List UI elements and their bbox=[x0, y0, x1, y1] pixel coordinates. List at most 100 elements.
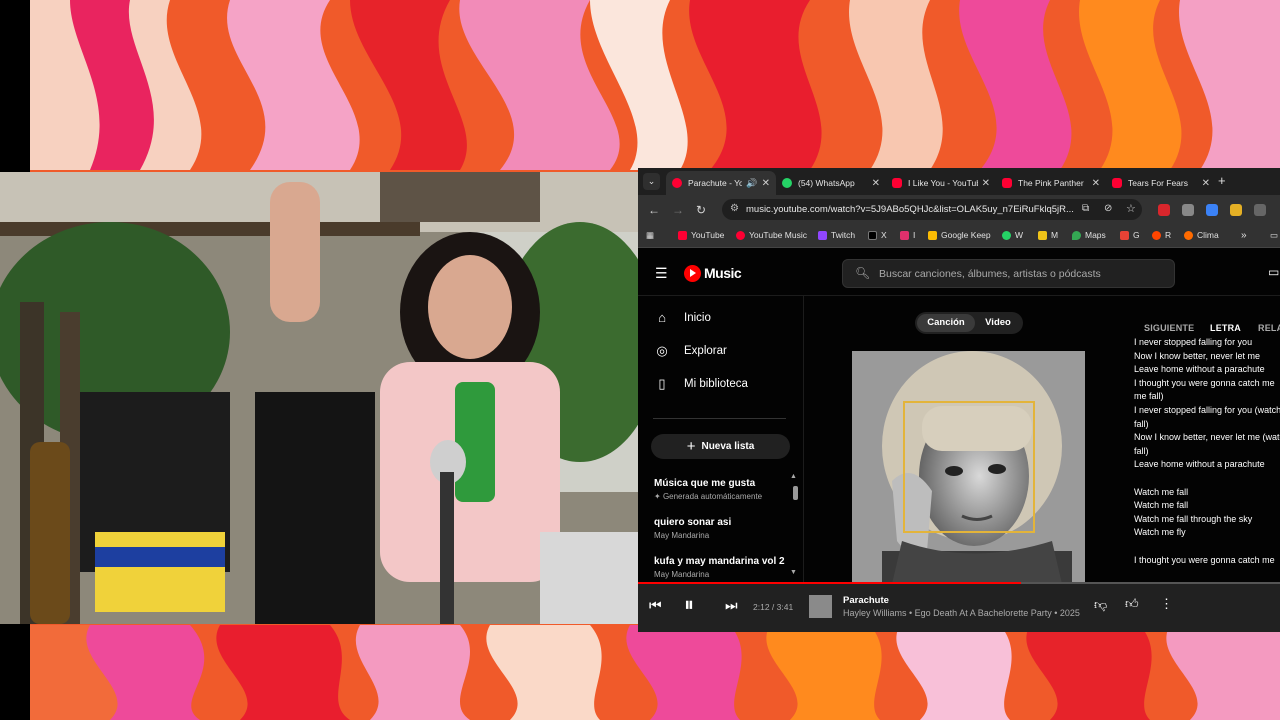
ytm-header: ☰ Music 🔍︎ Buscar canciones, álbumes, ar… bbox=[638, 248, 1280, 296]
lyrics-panel: I never stopped falling for you Now I kno… bbox=[1134, 336, 1280, 584]
track-thumbnail[interactable] bbox=[809, 595, 832, 618]
search-input[interactable]: 🔍︎ Buscar canciones, álbumes, artistas o… bbox=[842, 259, 1175, 288]
folder-icon[interactable]: ▭ bbox=[1270, 230, 1278, 241]
menu-icon[interactable]: ☰ bbox=[655, 265, 668, 282]
face-highlight-box bbox=[903, 401, 1035, 533]
miro-icon bbox=[1038, 230, 1047, 240]
lyric-line: fall) bbox=[1134, 418, 1149, 429]
more-bookmarks-icon[interactable]: » bbox=[1241, 230, 1247, 241]
plus-icon: + bbox=[686, 438, 696, 455]
lyric-line: Watch me fall bbox=[1134, 500, 1189, 511]
playlist-item[interactable]: kufa y may mandarina vol 2 May Mandarina bbox=[654, 556, 785, 579]
playlist-item[interactable]: quiero sonar asi May Mandarina bbox=[654, 517, 784, 540]
tab-next[interactable]: SIGUIENTE bbox=[1144, 323, 1194, 333]
lyric-line bbox=[1134, 472, 1280, 486]
extension-icon[interactable] bbox=[1206, 204, 1218, 216]
tab-lyrics[interactable]: LETRA bbox=[1210, 323, 1241, 333]
back-icon[interactable]: ← bbox=[648, 203, 660, 217]
gmail-icon bbox=[1120, 230, 1129, 240]
site-info-icon[interactable]: ⚙ bbox=[730, 203, 739, 214]
bookmark-label: Google Keep bbox=[941, 230, 991, 240]
close-tab-icon[interactable]: ✕ bbox=[982, 178, 990, 189]
close-tab-icon[interactable]: ✕ bbox=[872, 178, 880, 189]
tab-title: Tears For Fears bbox=[1128, 178, 1188, 188]
tab-whatsapp[interactable]: (54) WhatsApp ✕ bbox=[776, 171, 886, 195]
bookmark-youtube[interactable]: YouTube bbox=[678, 230, 724, 240]
reload-icon[interactable]: ↻ bbox=[696, 203, 706, 217]
x-icon bbox=[868, 230, 877, 240]
extensions-puzzle-icon[interactable] bbox=[1254, 204, 1266, 216]
tab-tears-for-fears[interactable]: Tears For Fears ✕ bbox=[1106, 171, 1216, 195]
logo-text[interactable]: Music bbox=[704, 265, 742, 281]
pin-icon: ✦ bbox=[654, 492, 663, 501]
bookmark-twitch[interactable]: Twitch bbox=[818, 230, 855, 240]
previous-track-icon[interactable]: ⏮ bbox=[649, 597, 662, 614]
track-title[interactable]: Parachute bbox=[843, 595, 889, 606]
maps-pin-icon bbox=[1072, 230, 1081, 240]
new-tab-button[interactable]: + bbox=[1218, 173, 1226, 188]
tab-title: Parachute - YouTube Music bbox=[688, 178, 743, 188]
close-tab-icon[interactable]: ✕ bbox=[762, 178, 770, 189]
track-subtitle[interactable]: Hayley Williams • Ego Death At A Bachelo… bbox=[843, 608, 1093, 618]
tab-related[interactable]: RELACIONADO bbox=[1258, 323, 1280, 333]
tab-title: I Like You - YouTube bbox=[908, 178, 978, 188]
toggle-song[interactable]: Canción bbox=[917, 314, 975, 332]
extension-icon[interactable] bbox=[1230, 204, 1242, 216]
bookmarks-bar: ▦ YouTube YouTube Music Twitch X I Googl… bbox=[638, 225, 1280, 248]
close-tab-icon[interactable]: ✕ bbox=[1202, 178, 1210, 189]
time-display: 2:12 / 3:41 bbox=[753, 602, 794, 612]
tab-search-button[interactable]: ⌄ bbox=[643, 173, 660, 190]
album-art bbox=[852, 351, 1085, 584]
sidebar-item-inicio[interactable]: ⌂ Inicio bbox=[653, 310, 711, 325]
playlist-title: Música que me gusta bbox=[654, 478, 756, 489]
browser-window: ⌄ Parachute - YouTube Music 🔊 ✕ (54) Wha… bbox=[638, 168, 1280, 632]
close-tab-icon[interactable]: ✕ bbox=[1092, 178, 1100, 189]
progress-bar[interactable] bbox=[638, 582, 1280, 584]
more-options-icon[interactable]: ⋮ bbox=[1160, 596, 1173, 612]
bookmark-gmail[interactable]: G bbox=[1120, 230, 1140, 240]
extension-icon[interactable] bbox=[1182, 204, 1194, 216]
dislike-icon[interactable]: 👎︎ bbox=[1094, 597, 1107, 613]
cast-icon[interactable]: ▭ bbox=[1268, 265, 1279, 279]
bookmark-clima[interactable]: Clima bbox=[1184, 230, 1219, 240]
tab-parachute[interactable]: Parachute - YouTube Music 🔊 ✕ bbox=[666, 171, 776, 195]
tab-pink-panther[interactable]: The Pink Panther ✕ bbox=[996, 171, 1106, 195]
next-track-icon[interactable]: ⏭ bbox=[725, 597, 738, 614]
playlist-item[interactable]: Música que me gusta ✦ Generada automátic… bbox=[654, 478, 784, 501]
bookmark-m[interactable]: M bbox=[1038, 230, 1058, 240]
song-video-toggle: Canción Video bbox=[915, 312, 1023, 334]
player-bar: ⏮ ⏸ ⏭ 2:12 / 3:41 Parachute Hayley Willi… bbox=[638, 582, 1280, 632]
new-playlist-button[interactable]: + Nueva lista bbox=[651, 434, 790, 459]
sidebar-item-explorar[interactable]: ◎ Explorar bbox=[653, 343, 727, 359]
bookmark-google-keep[interactable]: Google Keep bbox=[928, 230, 991, 240]
playlist-subtitle: ✦ Generada automáticamente bbox=[654, 492, 784, 501]
forward-icon[interactable]: → bbox=[672, 203, 684, 217]
toggle-video[interactable]: Video bbox=[975, 314, 1021, 332]
speaker-icon[interactable]: 🔊 bbox=[746, 178, 757, 189]
scroll-up-icon[interactable]: ▲ bbox=[790, 473, 797, 480]
apps-grid-icon[interactable]: ▦ bbox=[646, 230, 654, 241]
scrollbar-thumb[interactable] bbox=[793, 486, 798, 500]
lyric-line: Watch me fall bbox=[1134, 486, 1189, 497]
bookmark-youtube-music[interactable]: YouTube Music bbox=[736, 230, 807, 240]
bookmark-maps[interactable]: Maps bbox=[1072, 230, 1106, 240]
bookmark-star-icon[interactable]: ☆ bbox=[1126, 202, 1136, 215]
tab-title: The Pink Panther bbox=[1018, 178, 1084, 188]
tracking-icon[interactable]: ⊘ bbox=[1104, 203, 1112, 214]
youtube-music-logo-icon[interactable] bbox=[684, 265, 701, 282]
bookmark-reddit[interactable]: R bbox=[1152, 230, 1171, 240]
tab-i-like-you[interactable]: I Like You - YouTube ✕ bbox=[886, 171, 996, 195]
adblock-extension-icon[interactable] bbox=[1158, 204, 1170, 216]
install-app-icon[interactable]: ⧉ bbox=[1082, 203, 1089, 214]
pause-icon[interactable]: ⏸ bbox=[684, 594, 694, 617]
bookmark-x[interactable]: X bbox=[868, 230, 887, 240]
sidebar-item-label: Mi biblioteca bbox=[684, 378, 748, 390]
bookmark-whatsapp[interactable]: W bbox=[1002, 230, 1023, 240]
bookmark-label: Clima bbox=[1197, 230, 1219, 240]
bookmark-instagram[interactable]: I bbox=[900, 230, 915, 240]
sidebar-item-biblioteca[interactable]: ▯ Mi biblioteca bbox=[653, 376, 748, 392]
scroll-down-icon[interactable]: ▼ bbox=[790, 569, 797, 576]
like-icon[interactable]: 👍︎ bbox=[1125, 596, 1139, 612]
bookmark-label: Twitch bbox=[831, 230, 856, 240]
url-field[interactable]: ⚙ music.youtube.com/watch?v=5J9ABo5QHJc&… bbox=[722, 199, 1142, 220]
